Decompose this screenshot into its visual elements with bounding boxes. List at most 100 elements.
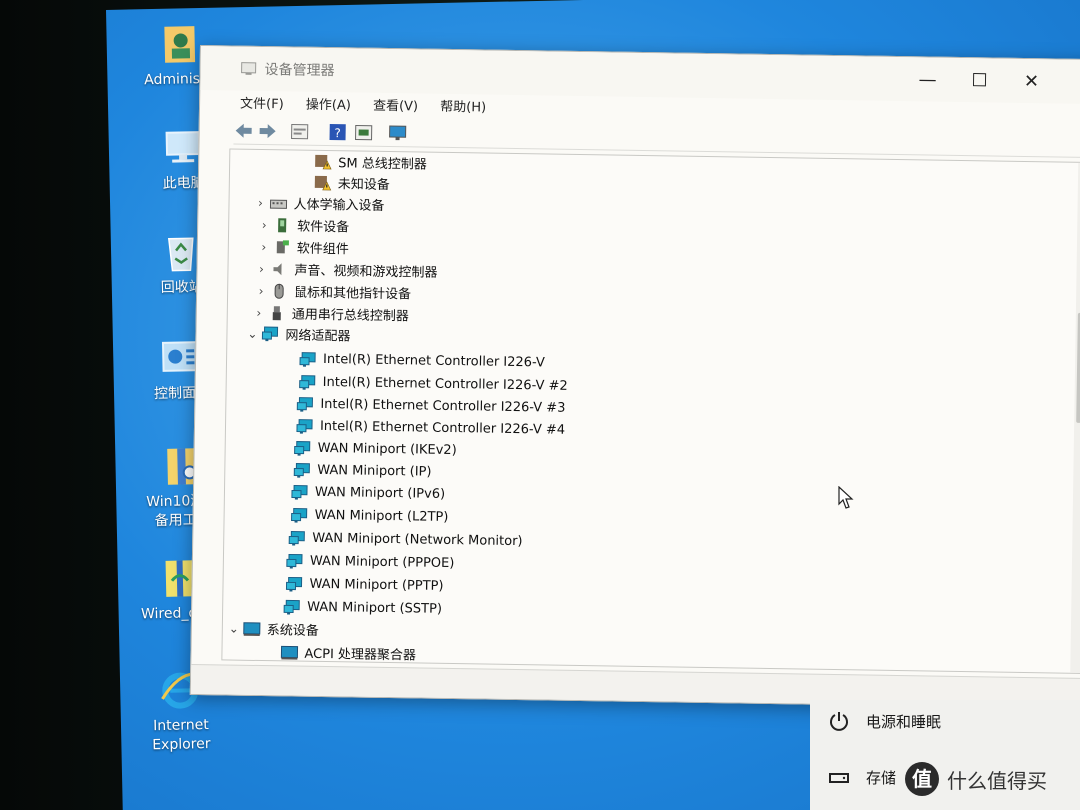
device-tree[interactable]: SM 总线控制器 未知设备 › 人体学输入设备 › 软件设备 › 软件组件 › 声音、视频和游戏控… (221, 148, 1080, 674)
tree-item[interactable]: › 声音、视频和游戏控制器 (252, 258, 438, 282)
tree-item[interactable]: WAN Miniport (PPTP) (267, 573, 444, 597)
network-adapter-icon (291, 484, 309, 500)
expand-chevron-icon[interactable]: › (255, 239, 273, 253)
tree-item[interactable]: WAN Miniport (SSTP) (265, 596, 442, 620)
network-adapter-icon (296, 396, 314, 412)
tree-item-label: WAN Miniport (Network Monitor) (312, 530, 523, 550)
svg-text:?: ? (334, 126, 341, 140)
system-device-icon (243, 620, 261, 636)
tree-item-label: SM 总线控制器 (338, 156, 427, 173)
expand-chevron-icon[interactable]: › (251, 195, 269, 209)
desktop-icon-label: Internet Explorer (152, 717, 211, 754)
watermark: 值 什么值得买 (905, 762, 1047, 796)
network-adapter-icon (299, 351, 317, 367)
collapse-chevron-icon[interactable]: ⌄ (225, 621, 243, 635)
tree-item-label: 软件组件 (296, 241, 349, 258)
help-icon[interactable]: ? (328, 123, 348, 141)
tree-item-label: ACPI 处理器聚合器 (304, 646, 417, 664)
expand-chevron-icon[interactable]: › (255, 217, 273, 231)
network-adapter-icon (261, 326, 279, 342)
tree-item[interactable]: Intel(R) Ethernet Controller I226-V (281, 348, 545, 373)
expand-chevron-icon[interactable]: › (252, 283, 270, 297)
window-title: 设备管理器 (264, 62, 335, 80)
scrollbar-thumb[interactable] (1076, 312, 1080, 423)
mouse-cursor-icon (838, 486, 854, 509)
tree-item-label: WAN Miniport (PPPOE) (309, 553, 455, 572)
expand-chevron-icon[interactable]: › (250, 305, 268, 319)
tree-item[interactable]: › 软件组件 (255, 236, 349, 258)
power-sleep-label: 电源和睡眠 (866, 712, 942, 731)
tree-item-label: 未知设备 (337, 177, 390, 193)
tree-item[interactable]: ⌄ 系统设备 (225, 617, 319, 639)
forward-arrow-icon[interactable] (258, 122, 278, 140)
mouse-icon (270, 283, 288, 299)
device-manager-window[interactable]: 设备管理器 — ☐ ✕ 文件(F) 操作(A) 查看(V) 帮助(H) ? SM… (189, 45, 1080, 710)
hid-icon (269, 195, 288, 211)
maximize-button[interactable]: ☐ (956, 66, 1002, 97)
network-adapter-icon (291, 507, 309, 523)
tree-item[interactable]: WAN Miniport (Network Monitor) (270, 527, 523, 552)
tree-item[interactable]: WAN Miniport (IPv6) (273, 481, 445, 505)
network-adapter-icon (285, 576, 303, 592)
tree-item-label: 系统设备 (266, 623, 319, 639)
network-adapter-icon (293, 462, 311, 478)
menu-action[interactable]: 操作(A) (306, 94, 351, 114)
tree-item-label: 软件设备 (297, 219, 350, 236)
watermark-logo: 值 (905, 762, 939, 796)
warning-device-icon (314, 174, 332, 190)
tree-item-label: 声音、视频和游戏控制器 (294, 263, 438, 281)
vertical-scrollbar[interactable] (1070, 162, 1080, 673)
menu-view[interactable]: 查看(V) (373, 95, 418, 115)
tree-item-label: Intel(R) Ethernet Controller I226-V (322, 351, 545, 371)
storage-icon (829, 773, 849, 783)
tree-item[interactable]: WAN Miniport (IKEv2) (276, 437, 457, 461)
watermark-text: 什么值得买 (947, 768, 1047, 793)
tree-item-label: 人体学输入设备 (293, 197, 385, 214)
tree-item[interactable]: WAN Miniport (L2TP) (272, 504, 449, 528)
storage-item[interactable]: 存储 (828, 766, 896, 788)
close-button[interactable]: ✕ (1008, 67, 1054, 98)
tree-item-label: WAN Miniport (SSTP) (307, 599, 443, 617)
device-manager-icon (241, 61, 257, 77)
user-folder-icon (158, 22, 203, 67)
minimize-button[interactable]: — (904, 65, 950, 96)
tree-item-label: WAN Miniport (L2TP) (314, 507, 449, 525)
tree-item-label: 网络适配器 (285, 328, 351, 345)
tree-item-label: Intel(R) Ethernet Controller I226-V #4 (319, 418, 566, 438)
network-adapter-icon (299, 374, 317, 390)
speaker-icon (270, 261, 288, 277)
tree-item[interactable]: ⌄ 网络适配器 (243, 323, 351, 346)
network-adapter-icon (286, 553, 304, 569)
tree-item[interactable]: SM 总线控制器 (296, 151, 427, 174)
tree-item[interactable]: ACPI 处理器聚合器 (262, 641, 416, 664)
tree-item[interactable]: 未知设备 (296, 172, 390, 194)
tree-item-label: WAN Miniport (IPv6) (314, 484, 446, 502)
tree-item[interactable]: › 人体学输入设备 (251, 192, 385, 215)
monitor-icon[interactable] (388, 124, 408, 142)
tree-item[interactable]: › 通用串行总线控制器 (250, 302, 409, 325)
menu-help[interactable]: 帮助(H) (440, 96, 486, 116)
system-device-icon (280, 644, 299, 660)
collapse-chevron-icon[interactable]: ⌄ (243, 326, 261, 340)
tree-item[interactable]: › 鼠标和其他指针设备 (252, 280, 411, 303)
expand-chevron-icon[interactable]: › (252, 261, 270, 275)
usb-icon (268, 305, 286, 321)
tree-item[interactable]: WAN Miniport (PPPOE) (268, 550, 455, 574)
network-adapter-icon (296, 418, 314, 434)
warning-device-icon (314, 153, 332, 169)
network-adapter-icon (294, 440, 312, 456)
tree-item[interactable]: Intel(R) Ethernet Controller I226-V #2 (281, 371, 568, 397)
software-device-icon (273, 217, 291, 233)
back-arrow-icon[interactable] (234, 122, 254, 140)
tree-item[interactable]: WAN Miniport (IP) (275, 459, 432, 482)
menu-file[interactable]: 文件(F) (240, 93, 284, 113)
tree-item[interactable]: › 软件设备 (255, 214, 350, 236)
tree-item-label: Intel(R) Ethernet Controller I226-V #3 (320, 396, 566, 416)
tree-item-label: 通用串行总线控制器 (291, 307, 409, 325)
tree-item-label: WAN Miniport (PPTP) (309, 576, 444, 594)
update-driver-icon[interactable] (354, 123, 374, 141)
tree-item-label: Intel(R) Ethernet Controller I226-V #2 (322, 374, 568, 394)
properties-icon[interactable] (290, 122, 310, 140)
power-sleep-item[interactable]: 电源和睡眠 (828, 710, 941, 732)
tree-item-label: 鼠标和其他指针设备 (293, 285, 412, 303)
